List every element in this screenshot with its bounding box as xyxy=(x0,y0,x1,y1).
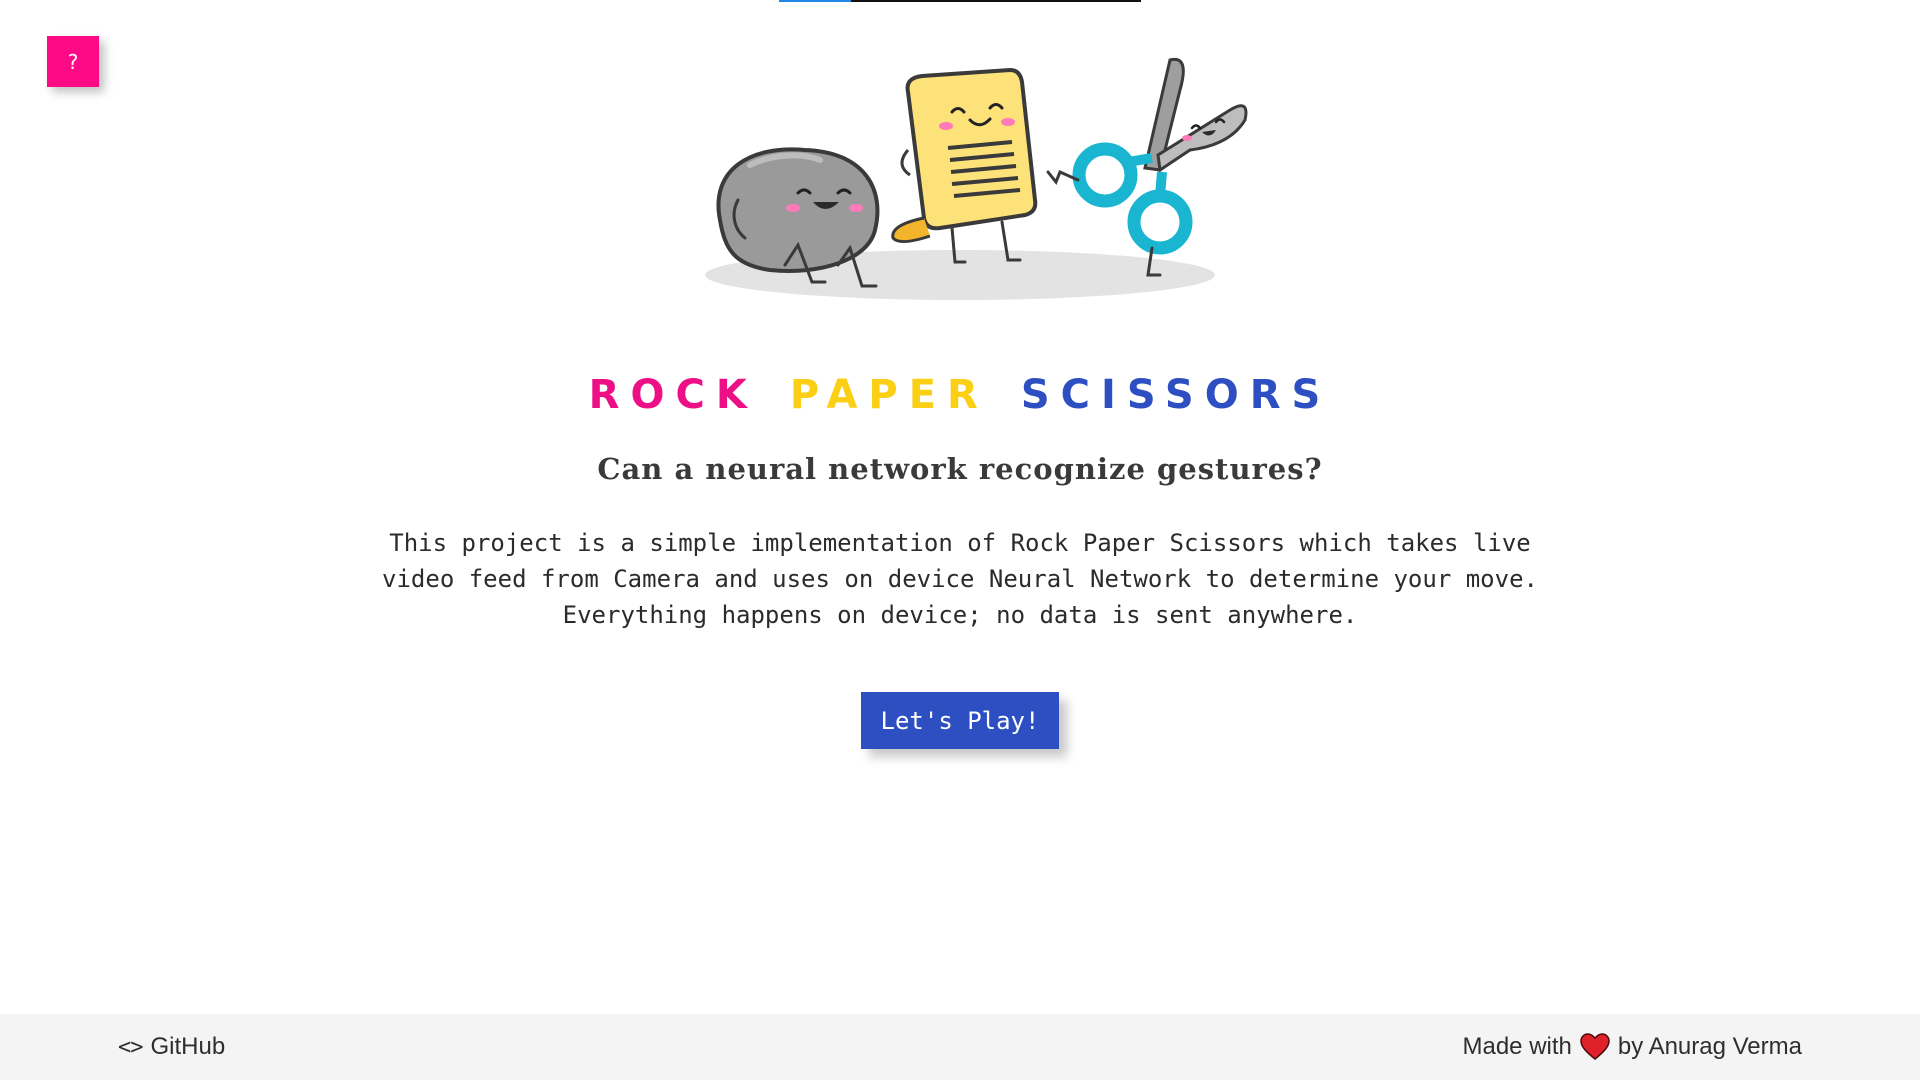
title-word-rock: ROCK xyxy=(588,372,758,418)
page-title: ROCK PAPER SCISSORS xyxy=(0,372,1920,418)
title-word-paper: PAPER xyxy=(789,372,989,418)
github-link[interactable]: <> GitHub xyxy=(118,1033,225,1061)
description-line-1: This project is a simple implementation … xyxy=(389,529,1531,557)
description: This project is a simple implementation … xyxy=(360,525,1560,633)
rock-paper-scissors-illustration xyxy=(705,57,1248,300)
scissors-character xyxy=(1046,57,1248,277)
loading-bar xyxy=(779,0,1141,2)
heart-icon xyxy=(1580,1033,1610,1060)
credit-suffix: by Anurag Verma xyxy=(1617,1033,1802,1060)
credit-prefix: Made with xyxy=(1462,1033,1572,1060)
code-icon: <> xyxy=(118,1034,143,1060)
description-line-2: video feed from Camera and uses on devic… xyxy=(382,565,1538,593)
title-word-scissors: SCISSORS xyxy=(1020,372,1332,418)
credit: Made with by Anurag Verma xyxy=(1462,1033,1802,1061)
loading-bar-fill xyxy=(779,0,852,2)
footer: <> GitHub Made with by Anurag Verma xyxy=(0,1014,1920,1080)
subtitle: Can a neural network recognize gestures? xyxy=(597,452,1323,486)
github-label: GitHub xyxy=(150,1033,226,1060)
paper-character xyxy=(891,67,1038,264)
lets-play-button[interactable]: Let's Play! xyxy=(861,692,1059,749)
page: ? ROCK PAPER SCISSORS Can a neural netwo… xyxy=(0,0,1920,1080)
help-button[interactable]: ? xyxy=(47,36,99,87)
description-line-3: Everything happens on device; no data is… xyxy=(562,601,1358,629)
